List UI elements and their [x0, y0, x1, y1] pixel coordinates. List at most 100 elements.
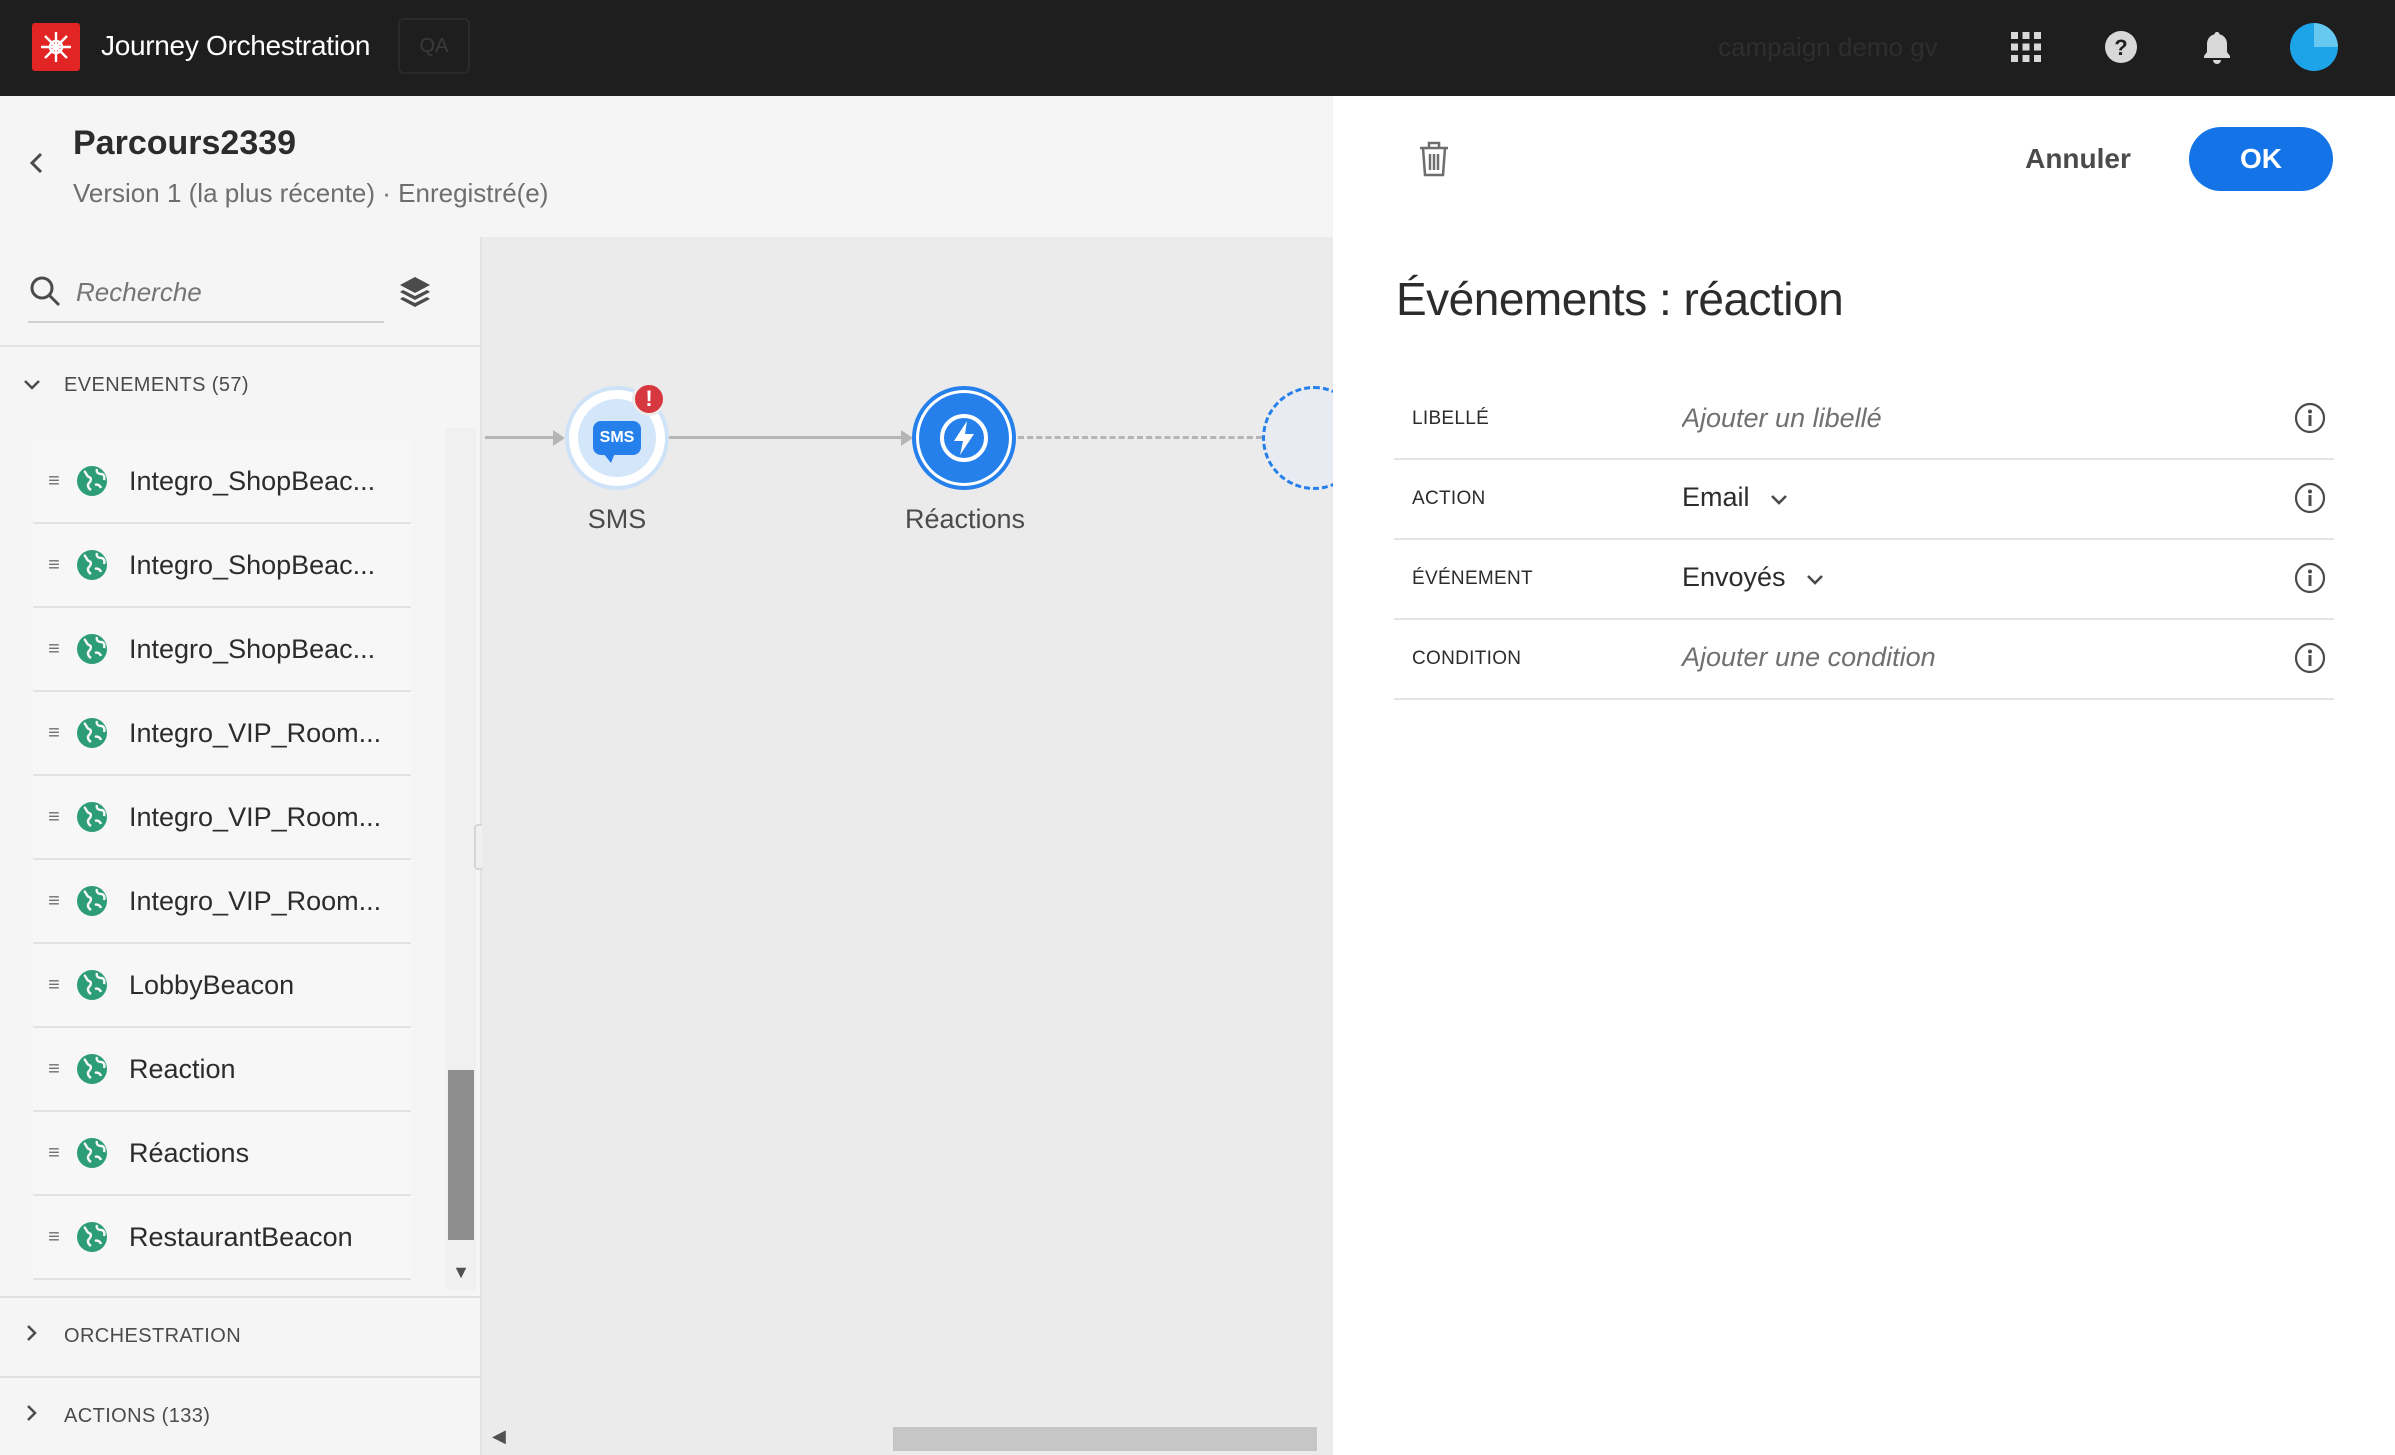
drag-handle-icon[interactable]: ≡ — [33, 554, 75, 577]
drag-handle-icon[interactable]: ≡ — [33, 1226, 75, 1249]
event-list-item[interactable]: ≡ Réactions — [33, 1112, 411, 1196]
event-dropdown-value: Envoyés — [1682, 562, 1786, 592]
scroll-down-arrow-icon[interactable]: ▼ — [450, 1262, 472, 1284]
chevron-right-icon — [0, 1322, 64, 1350]
top-bar: Journey Orchestration QA campaign demo g… — [0, 0, 2395, 96]
event-dropdown[interactable]: Envoyés — [1682, 562, 1826, 593]
event-list-item[interactable]: ≡ RestaurantBeacon — [33, 1196, 411, 1280]
globe-icon — [75, 464, 109, 498]
connector-arrow-icon — [553, 430, 565, 446]
chevron-right-icon — [0, 1402, 64, 1430]
journey-name[interactable]: Parcours2339 — [73, 124, 296, 163]
chevron-down-icon — [1804, 567, 1826, 589]
ok-button[interactable]: OK — [2189, 127, 2333, 191]
org-switcher[interactable]: campaign demo gv — [1718, 32, 1938, 63]
section-orchestration[interactable]: ORCHESTRATION — [0, 1296, 480, 1374]
label-input[interactable] — [1682, 396, 2242, 440]
event-item-label: RestaurantBeacon — [129, 1221, 353, 1252]
event-list-item[interactable]: ≡ Integro_ShopBeac... — [33, 608, 411, 692]
environment-badge[interactable]: QA — [398, 18, 470, 74]
add-condition-link[interactable]: Ajouter une condition — [1682, 642, 1936, 673]
globe-icon — [75, 548, 109, 582]
reactions-node-label: Réactions — [904, 504, 1026, 534]
event-list-item[interactable]: ≡ Integro_VIP_Room... — [33, 776, 411, 860]
connector-line — [669, 436, 907, 439]
chevron-down-icon — [0, 371, 64, 399]
bell-icon[interactable] — [2194, 24, 2240, 70]
back-chevron-icon[interactable] — [26, 148, 50, 184]
event-item-label: Integro_VIP_Room... — [129, 717, 382, 748]
condition-field-key: CONDITION — [1412, 648, 1522, 669]
event-list-item[interactable]: ≡ Integro_VIP_Room... — [33, 692, 411, 776]
scroll-left-arrow-icon[interactable]: ◀ — [492, 1426, 514, 1448]
globe-icon — [75, 968, 109, 1002]
label-field-key: LIBELLÉ — [1412, 408, 1490, 429]
reactions-activity-node[interactable] — [912, 386, 1016, 490]
error-badge-icon[interactable]: ! — [632, 382, 666, 416]
event-item-label: Integro_VIP_Room... — [129, 801, 382, 832]
section-actions-label: ACTIONS (133) — [64, 1404, 211, 1427]
panel-title: Événements : réaction — [1396, 273, 1844, 325]
info-icon[interactable] — [2294, 402, 2328, 436]
drag-handle-icon[interactable]: ≡ — [33, 1142, 75, 1165]
event-list-scroll-thumb[interactable] — [448, 1070, 474, 1240]
adobe-logo-icon[interactable] — [32, 23, 80, 71]
event-list-item[interactable]: ≡ Integro_VIP_Room... — [33, 860, 411, 944]
event-field-key: ÉVÉNEMENT — [1412, 568, 1533, 589]
journey-version-status: Version 1 (la plus récente) · Enregistré… — [73, 178, 549, 208]
drag-handle-icon[interactable]: ≡ — [33, 1058, 75, 1081]
event-list-item[interactable]: ≡ LobbyBeacon — [33, 944, 411, 1028]
app-title[interactable]: Journey Orchestration — [101, 30, 370, 62]
globe-icon — [75, 884, 109, 918]
globe-icon — [75, 1052, 109, 1086]
section-events-label: EVENEMENTS (57) — [64, 373, 249, 396]
property-row-action: ACTION Email — [1394, 460, 2334, 540]
search-icon — [28, 274, 64, 310]
property-row-label: LIBELLÉ — [1394, 380, 2334, 460]
connector-dashed-line — [1018, 436, 1262, 439]
drag-handle-icon[interactable]: ≡ — [33, 722, 75, 745]
event-list-item[interactable]: ≡ Integro_ShopBeac... — [33, 440, 411, 524]
help-icon[interactable]: ? — [2098, 24, 2144, 70]
connector-line — [485, 436, 561, 439]
search-underline — [28, 321, 384, 323]
property-row-condition: CONDITION Ajouter une condition — [1394, 620, 2334, 700]
info-icon[interactable] — [2294, 562, 2328, 596]
globe-icon — [75, 632, 109, 666]
svg-text:?: ? — [2114, 35, 2127, 60]
info-icon[interactable] — [2294, 642, 2328, 676]
action-dropdown-value: Email — [1682, 482, 1750, 512]
sms-node-label: SMS — [587, 504, 647, 534]
section-actions[interactable]: ACTIONS (133) — [0, 1376, 480, 1454]
sms-icon-text: SMS — [593, 421, 641, 463]
event-list: ≡ Integro_ShopBeac... ≡ Integro_ShopBeac...… — [33, 440, 411, 1286]
chevron-down-icon — [1768, 487, 1790, 509]
section-orchestration-label: ORCHESTRATION — [64, 1324, 242, 1347]
event-item-label: Réactions — [129, 1137, 250, 1168]
user-avatar[interactable] — [2290, 23, 2338, 71]
search-input[interactable] — [76, 270, 376, 314]
event-list-item[interactable]: ≡ Integro_ShopBeac... — [33, 524, 411, 608]
trash-icon[interactable] — [1418, 140, 1454, 180]
cancel-button[interactable]: Annuler — [2008, 134, 2148, 184]
apps-grid-icon[interactable] — [2003, 24, 2049, 70]
globe-icon — [75, 1220, 109, 1254]
drag-handle-icon[interactable]: ≡ — [33, 638, 75, 661]
layers-icon[interactable] — [398, 274, 434, 310]
globe-icon — [75, 1136, 109, 1170]
section-events[interactable]: EVENEMENTS (57) — [0, 346, 480, 424]
event-item-label: Integro_ShopBeac... — [129, 549, 376, 580]
event-item-label: LobbyBeacon — [129, 969, 295, 1000]
event-list-item[interactable]: ≡ Reaction — [33, 1028, 411, 1112]
action-dropdown[interactable]: Email — [1682, 482, 1790, 513]
event-item-label: Integro_VIP_Room... — [129, 885, 382, 916]
drag-handle-icon[interactable]: ≡ — [33, 806, 75, 829]
info-icon[interactable] — [2294, 482, 2328, 516]
event-item-label: Integro_ShopBeac... — [129, 633, 376, 664]
drag-handle-icon[interactable]: ≡ — [33, 470, 75, 493]
property-row-event: ÉVÉNEMENT Envoyés — [1394, 540, 2334, 620]
drag-handle-icon[interactable]: ≡ — [33, 890, 75, 913]
canvas-scroll-thumb[interactable] — [893, 1427, 1317, 1451]
drag-handle-icon[interactable]: ≡ — [33, 974, 75, 997]
event-item-label: Reaction — [129, 1053, 236, 1084]
